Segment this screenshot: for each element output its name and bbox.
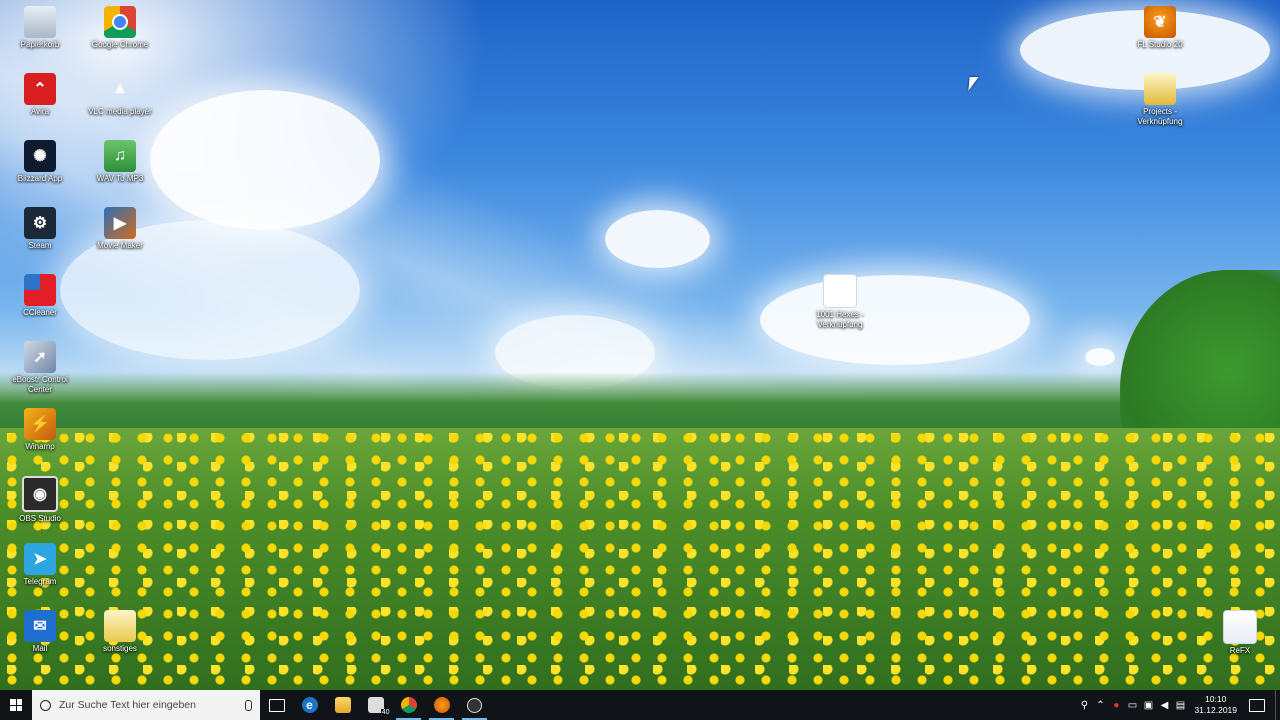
desktop-icon-refx[interactable]: ReFX (1203, 610, 1277, 656)
people-icon[interactable]: ⚲ (1076, 700, 1092, 711)
fl-studio-icon: ❦ (1144, 6, 1176, 38)
desktop-icon-label: VLC media player (88, 107, 152, 116)
desktop-icon-label: WAV To MP3 (96, 174, 144, 183)
desktop-icon-1001-hexes[interactable]: ♪ 1001 Hexes - Verknüpfung (803, 274, 877, 330)
taskbar: Zur Suche Text hier eingeben e 40 ⚲ ⌃ ● … (0, 690, 1280, 720)
desktop-icon-winamp[interactable]: ⚡ Winamp (3, 408, 77, 452)
winamp-icon: ⚡ (24, 408, 56, 440)
ccleaner-icon (24, 274, 56, 306)
desktop-icon-label: Winamp (25, 442, 55, 451)
mail-icon: ✉ (24, 610, 56, 642)
eboostr-icon: ➚ (24, 341, 56, 373)
desktop-icon-movie-maker[interactable]: ▶ Movie Maker (83, 207, 157, 251)
recycle-bin-icon (24, 6, 56, 38)
obs-icon (467, 697, 482, 713)
wav-to-mp3-icon: ♫ (104, 140, 136, 172)
desktop-icon-label: Movie Maker (97, 241, 143, 250)
desktop-icon-label: CCleaner (23, 308, 57, 317)
microphone-icon[interactable] (245, 699, 252, 711)
task-view-button[interactable] (260, 690, 293, 720)
search-icon (40, 699, 51, 711)
chrome-icon (400, 697, 417, 713)
start-button[interactable] (0, 690, 32, 720)
telegram-icon: ➤ (24, 543, 56, 575)
taskbar-obs[interactable] (458, 690, 491, 720)
desktop-icon-label: sonstiges (103, 644, 137, 653)
movie-maker-icon: ▶ (104, 207, 136, 239)
taskbar-mail[interactable]: 40 (359, 690, 392, 720)
taskbar-chrome[interactable] (392, 690, 425, 720)
chrome-icon (104, 6, 136, 38)
desktop-icon-label: Mail (32, 644, 48, 653)
desktop-icon-label: Projects - Verknüpfung (1137, 107, 1183, 126)
wallpaper-cloud (150, 90, 380, 230)
desktop-icon-label: ReFX (1229, 646, 1251, 655)
antivirus-tray-icon[interactable]: ● (1108, 700, 1124, 711)
mail-icon: 40 (367, 697, 391, 716)
avira-icon: ⌃ (24, 73, 56, 105)
steam-icon: ⚙ (24, 207, 56, 239)
mail-badge: 40 (380, 709, 391, 716)
vlc-icon: ▲ (112, 80, 128, 97)
task-view-icon (268, 698, 285, 712)
blizzard-icon: ✺ (24, 140, 56, 172)
search-placeholder: Zur Suche Text hier eingeben (59, 699, 196, 711)
folder-icon (334, 697, 351, 713)
volume-icon[interactable]: ◀ (1156, 700, 1172, 711)
desktop-icon-avira[interactable]: ⌃ Avira (3, 73, 77, 117)
clock-time: 10:10 (1205, 694, 1227, 704)
desktop-icon-vlc[interactable]: ▲ VLC media player (83, 73, 157, 117)
desktop-icon-projects[interactable]: Projects - Verknüpfung (1123, 73, 1197, 127)
desktop-icon-fl-studio[interactable]: ❦ FL Studio 20 (1123, 6, 1197, 50)
desktop-icon-eboostr[interactable]: ➚ eBoostr Control Center (3, 341, 77, 395)
desktop-icon-label: Google Chrome (91, 40, 149, 49)
desktop-icon-telegram[interactable]: ➤ Telegram (3, 543, 77, 587)
show-desktop-button[interactable] (1275, 690, 1280, 720)
desktop-icon-mail[interactable]: ✉ Mail (3, 610, 77, 654)
desktop-icon-blizzard[interactable]: ✺ Blizzard App (3, 140, 77, 184)
refx-file-icon (1223, 610, 1257, 644)
desktop-icon-label: 1001 Hexes - Verknüpfung (816, 310, 864, 329)
action-center-icon[interactable] (1249, 698, 1265, 712)
clock[interactable]: 10:10 31.12.2019 (1188, 694, 1243, 716)
desktop-icon-chrome[interactable]: Google Chrome (83, 6, 157, 50)
edge-icon: e (301, 697, 318, 713)
mouse-cursor-icon (968, 77, 979, 91)
desktop-icon-label: Papierkorb (20, 40, 60, 49)
desktop-icon-sonstiges[interactable]: sonstiges (83, 610, 157, 654)
network-icon[interactable]: ▣ (1140, 700, 1156, 711)
wallpaper-cloud (605, 210, 710, 268)
clock-date: 31.12.2019 (1194, 705, 1237, 715)
desktop-icon-label: FL Studio 20 (1137, 40, 1183, 49)
desktop-icon-label: eBoostr Control Center (12, 375, 68, 394)
desktop-icon-label: Telegram (23, 577, 57, 586)
taskbar-file-explorer[interactable] (326, 690, 359, 720)
chevron-up-icon[interactable]: ⌃ (1092, 700, 1108, 711)
usb-tray-icon[interactable]: ▭ (1124, 700, 1140, 711)
wallpaper-cloud (1085, 348, 1115, 366)
desktop-icon-steam[interactable]: ⚙ Steam (3, 207, 77, 251)
taskbar-edge[interactable]: e (293, 690, 326, 720)
windows-logo-icon (10, 699, 22, 711)
desktop-icon-label: Blizzard App (17, 174, 63, 183)
desktop-icon-obs[interactable]: ◉ OBS Studio (3, 476, 77, 524)
wallpaper-cloud (760, 275, 1030, 365)
fl-studio-icon (433, 697, 450, 713)
projects-shortcut-icon (1144, 73, 1176, 105)
keyboard-icon[interactable]: ▤ (1172, 700, 1188, 711)
desktop: Papierkorb Google Chrome ⌃ Avira ▲ VLC m… (0, 0, 1280, 690)
wallpaper-dandelion-meadow (0, 428, 1280, 690)
desktop-icon-label: Steam (28, 241, 52, 250)
desktop-icon-recycle-bin[interactable]: Papierkorb (3, 6, 77, 50)
system-tray: ⚲ ⌃ ● ▭ ▣ ◀ ▤ 10:10 31.12.2019 (1076, 690, 1280, 720)
desktop-icon-label: Avira (30, 107, 50, 116)
taskbar-fl-studio[interactable] (425, 690, 458, 720)
folder-icon (104, 610, 136, 642)
desktop-icon-label: OBS Studio (19, 514, 61, 523)
desktop-icon-ccleaner[interactable]: CCleaner (3, 274, 77, 318)
desktop-icon-wav-to-mp3[interactable]: ♫ WAV To MP3 (83, 140, 157, 184)
obs-icon: ◉ (22, 476, 58, 512)
taskbar-search-box[interactable]: Zur Suche Text hier eingeben (32, 690, 260, 720)
music-file-shortcut-icon: ♪ (823, 274, 857, 308)
